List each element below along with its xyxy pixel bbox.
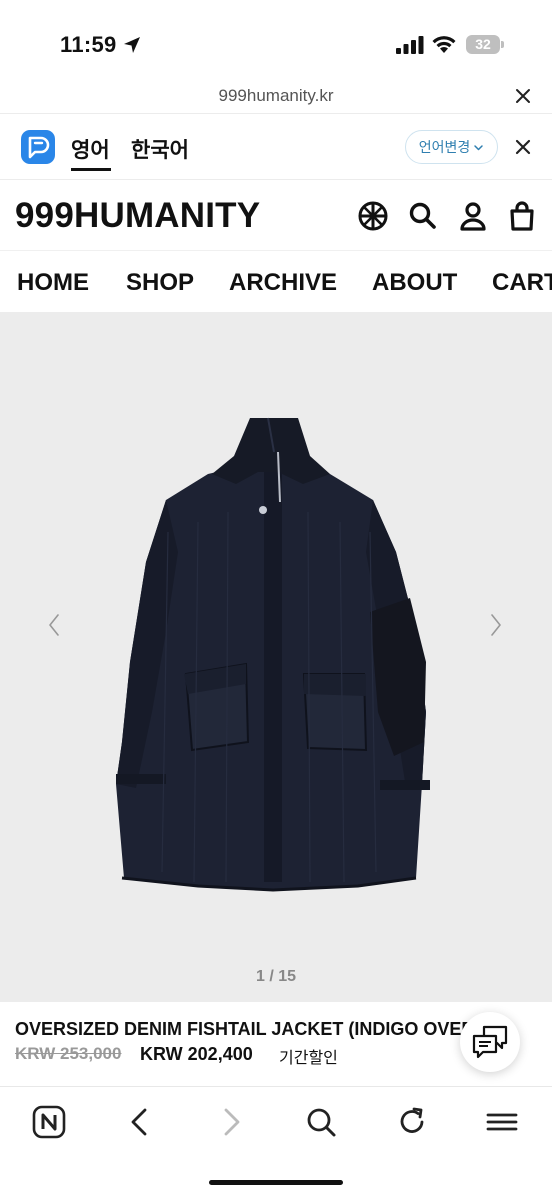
language-globe-icon[interactable] [357, 200, 389, 232]
search-icon[interactable] [407, 200, 439, 232]
close-icon[interactable] [512, 136, 534, 158]
tab-english[interactable]: 영어 [71, 134, 110, 164]
chevron-right-icon[interactable] [486, 610, 506, 640]
translate-logo-icon [21, 130, 55, 164]
battery-indicator: 32 [466, 35, 504, 54]
chat-button[interactable] [460, 1012, 520, 1072]
change-language-button[interactable]: 언어변경 [405, 130, 498, 164]
back-icon[interactable] [123, 1105, 157, 1139]
product-image[interactable] [108, 412, 438, 894]
chat-bubbles-icon [472, 1025, 508, 1059]
nav-item-about[interactable]: ABOUT [372, 269, 457, 297]
product-title[interactable]: OVERSIZED DENIM FISHTAIL JACKET (INDIGO … [15, 1019, 485, 1040]
brand-logo[interactable]: 999HUMANITY [15, 196, 260, 236]
gallery-counter: 1 / 15 [255, 968, 297, 985]
search-icon[interactable] [304, 1105, 338, 1139]
refresh-icon[interactable] [395, 1105, 429, 1139]
url-bar[interactable]: 999humanity.kr [0, 80, 552, 114]
wifi-icon [432, 36, 456, 53]
sale-badge: 기간할인 [279, 1050, 338, 1067]
change-language-label: 언어변경 [418, 139, 471, 155]
battery-tip [501, 41, 504, 48]
shopping-bag-icon[interactable] [506, 200, 538, 232]
tab-korean[interactable]: 한국어 [131, 134, 189, 164]
status-bar: 11:59 32 [0, 0, 552, 80]
forward-icon[interactable] [214, 1105, 248, 1139]
chevron-down-icon [474, 144, 484, 150]
site-header: 999HUMANITY [0, 184, 552, 250]
battery-level: 32 [466, 35, 500, 54]
nav-item-archive[interactable]: ARCHIVE [229, 269, 337, 297]
location-arrow-icon [124, 37, 140, 53]
close-icon[interactable] [512, 85, 534, 107]
home-indicator [209, 1180, 343, 1185]
nav-item-home[interactable]: HOME [17, 269, 89, 297]
original-price: KRW 253,000 [15, 1044, 122, 1063]
sale-price: KRW 202,400 [140, 1044, 253, 1064]
active-tab-indicator [71, 168, 111, 171]
cellular-signal-icon [396, 36, 424, 54]
main-nav: HOME SHOP ARCHIVE ABOUT CART [0, 250, 552, 312]
product-gallery[interactable]: 1 / 15 [0, 312, 552, 1002]
naver-home-icon[interactable] [32, 1105, 66, 1139]
chevron-left-icon[interactable] [44, 610, 64, 640]
url-text[interactable]: 999humanity.kr [0, 86, 552, 106]
nav-item-cart[interactable]: CART [492, 269, 552, 297]
status-time: 11:59 [60, 32, 117, 57]
account-icon[interactable] [457, 200, 489, 232]
nav-item-shop[interactable]: SHOP [126, 269, 194, 297]
menu-icon[interactable] [485, 1105, 519, 1139]
translate-bar: 영어 한국어 언어변경 [0, 114, 552, 180]
